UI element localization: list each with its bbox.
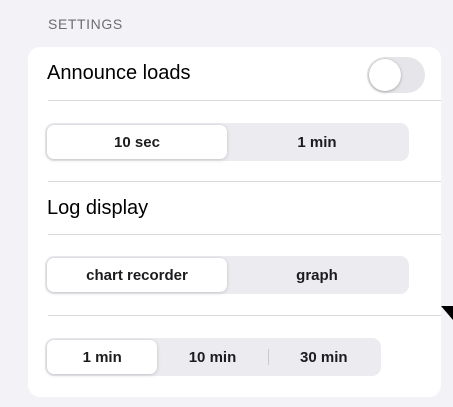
segment-chart-recorder[interactable]: chart recorder [47,258,227,292]
segment-graph[interactable]: graph [227,258,407,292]
announce-loads-toggle[interactable] [367,57,425,93]
log-display-segmented-control[interactable]: chart recorder graph [45,256,409,294]
settings-section-header: SETTINGS [48,16,123,32]
segment-10-sec[interactable]: 10 sec [47,125,227,159]
log-window-segmented-control[interactable]: 1 min 10 min 30 min [45,338,381,376]
popover-arrow-icon [441,306,453,320]
toggle-knob [369,59,401,91]
announce-loads-row: Announce loads [28,47,441,101]
segment-1-min[interactable]: 1 min [227,125,407,159]
settings-card: Announce loads 10 sec 1 min Log display … [28,47,441,397]
announce-interval-segmented-control[interactable]: 10 sec 1 min [45,123,409,161]
announce-loads-label: Announce loads [47,62,191,84]
log-display-label: Log display [47,197,149,219]
segment-30-min[interactable]: 30 min [269,340,379,374]
segment-1-min[interactable]: 1 min [47,340,158,374]
segment-10-min[interactable]: 10 min [157,340,267,374]
divider [48,100,441,101]
divider [48,315,441,316]
divider [48,234,441,235]
log-display-row: Log display [28,182,441,234]
